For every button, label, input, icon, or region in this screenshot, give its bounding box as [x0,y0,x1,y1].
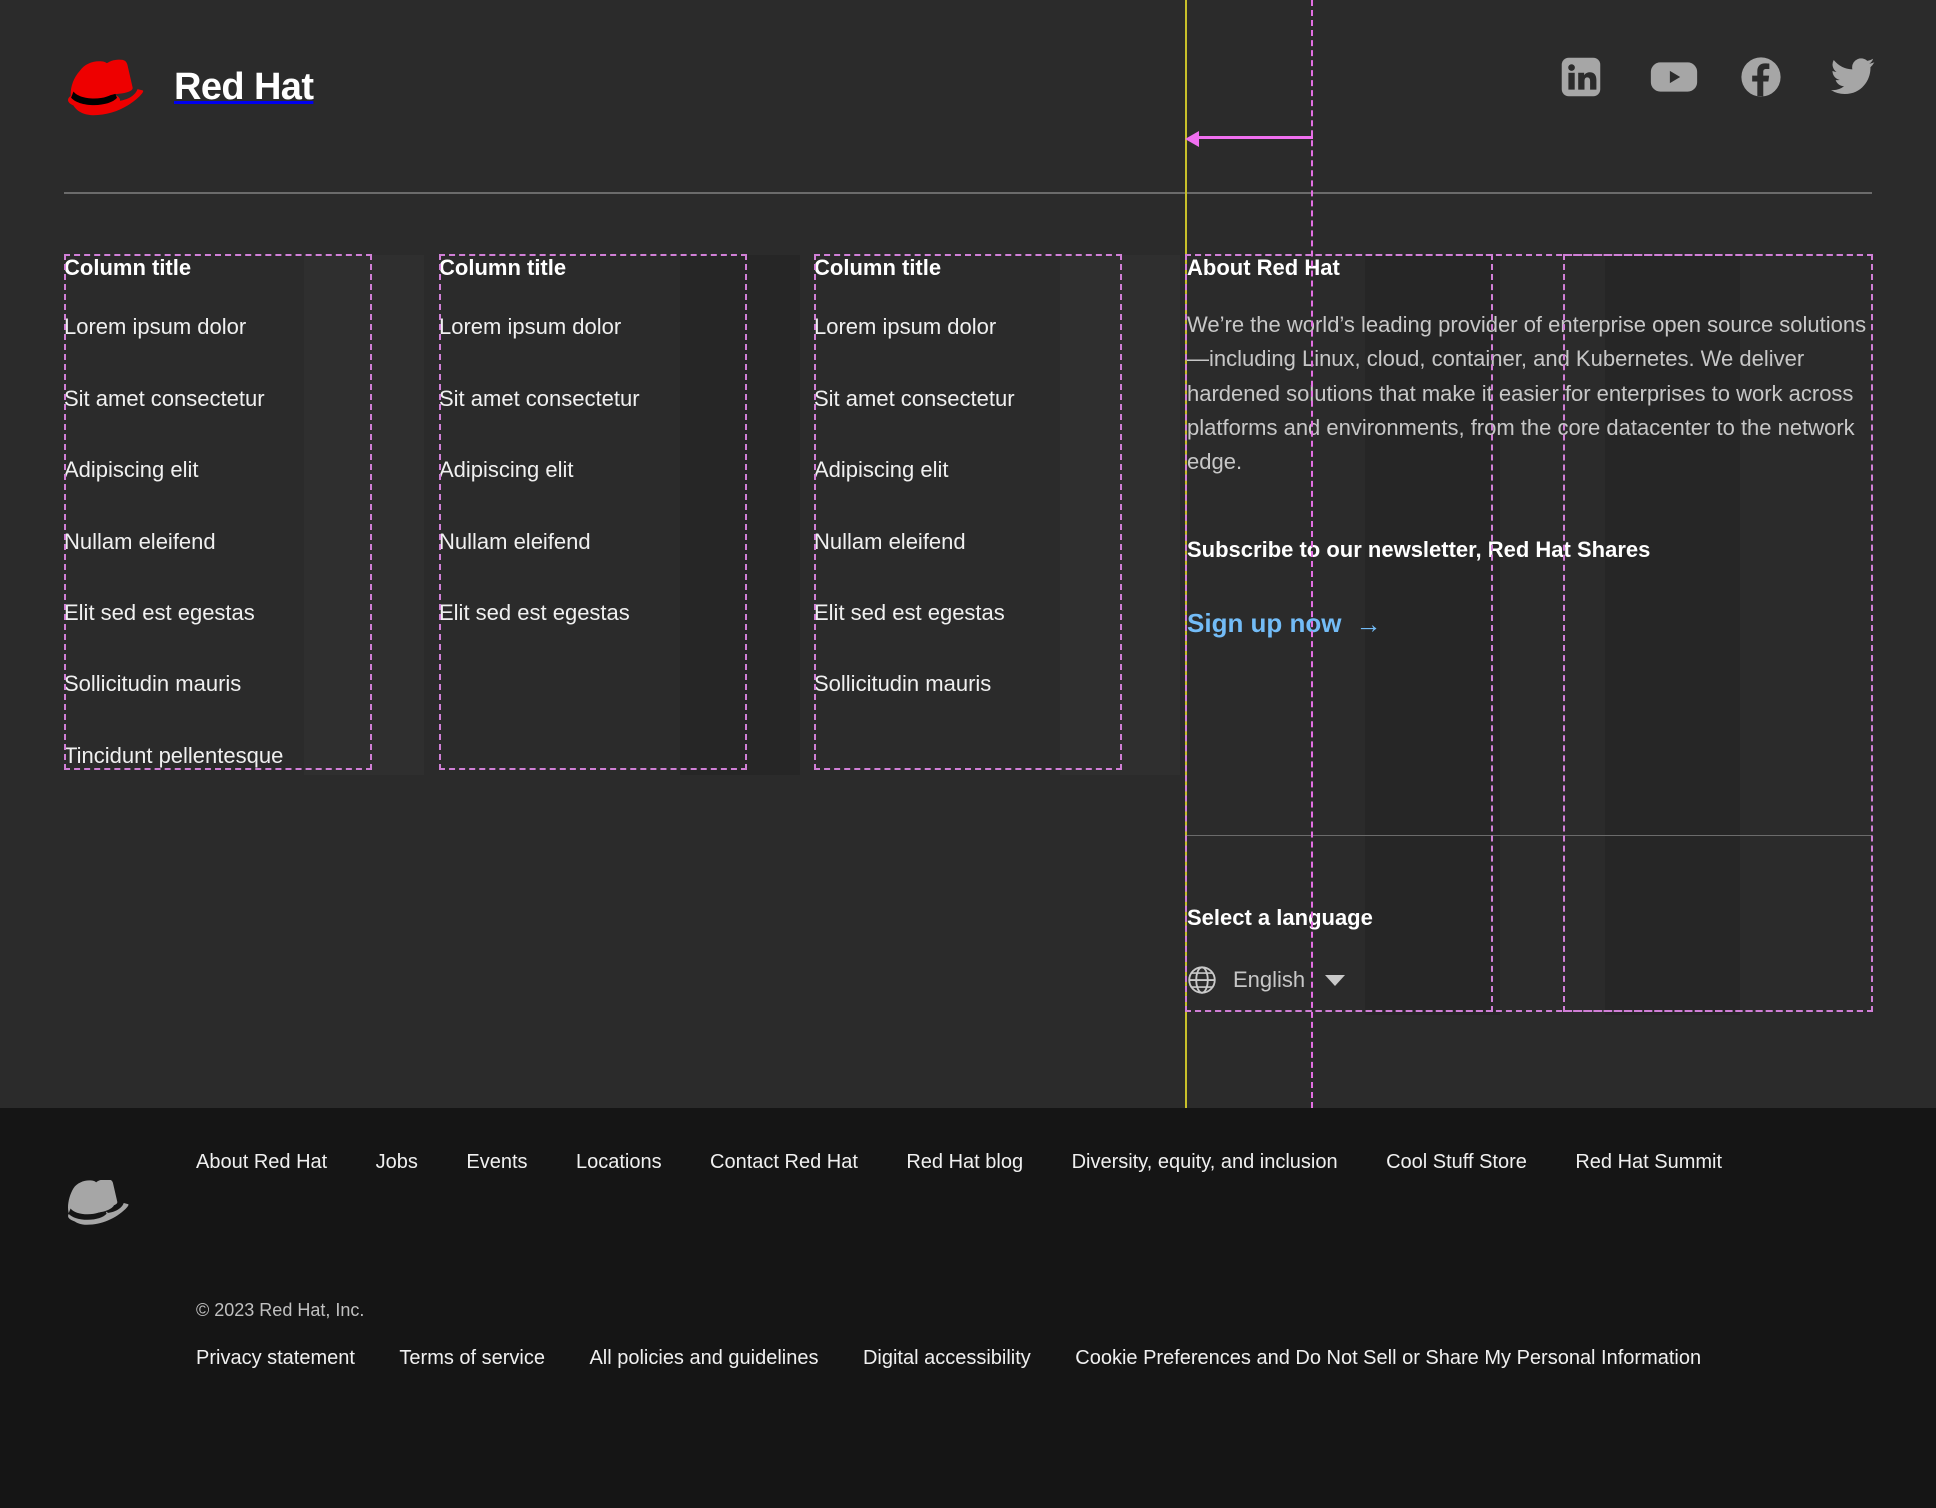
newsletter-title: Subscribe to our newsletter, Red Hat Sha… [1187,536,1651,562]
link-column-1: Column title Lorem ipsum dolor Sit amet … [64,255,372,769]
footer-legal-links: Privacy statement Terms of service All p… [196,1346,1872,1388]
footer-nav-link[interactable]: Locations [576,1150,662,1174]
about-body: We’re the world’s leading provider of en… [1187,312,1867,474]
linkedin-icon[interactable] [1560,56,1602,98]
social-links [1560,56,1875,98]
column-link[interactable]: Sit amet consectetur [814,386,1122,412]
youtube-icon[interactable] [1650,56,1698,98]
globe-icon [1187,965,1217,995]
chevron-down-icon [1325,974,1346,986]
about-red-hat-panel: About Red Hat We’re the world’s leading … [1187,255,1872,639]
about-title: About Red Hat [1187,255,1340,280]
legal-link[interactable]: All policies and guidelines [589,1346,818,1370]
sign-up-label: Sign up now [1187,608,1342,639]
column-link[interactable]: Sit amet consectetur [64,386,372,412]
column-link[interactable]: Elit sed est egestas [814,600,1122,626]
language-select-button[interactable]: English [1187,965,1346,995]
footer-nav-link[interactable]: Events [466,1150,527,1174]
twitter-icon[interactable] [1830,56,1875,98]
column-link[interactable]: Elit sed est egestas [439,600,747,626]
legal-link[interactable]: Privacy statement [196,1346,355,1370]
footer-nav-link[interactable]: Diversity, equity, and inclusion [1072,1150,1338,1174]
footer-nav-links: About Red Hat Jobs Events Locations Cont… [196,1150,1872,1193]
selected-language: English [1233,967,1306,993]
language-selector-block: Select a language English [1187,905,1872,1000]
legal-link[interactable]: Terms of service [399,1346,545,1370]
footer-nav-link[interactable]: Contact Red Hat [710,1150,858,1174]
footer-nav-link[interactable]: About Red Hat [196,1150,327,1174]
footer-legal-section: About Red Hat Jobs Events Locations Cont… [0,1108,1936,1508]
column-link[interactable]: Elit sed est egestas [64,600,372,626]
link-column-3: Column title Lorem ipsum dolor Sit amet … [814,255,1122,698]
language-divider [1187,835,1872,836]
link-column-2: Column title Lorem ipsum dolor Sit amet … [439,255,747,626]
column-title: Column title [439,255,567,280]
column-link[interactable]: Lorem ipsum dolor [64,314,372,340]
column-link[interactable]: Sit amet consectetur [439,386,747,412]
brand-name: Red Hat [174,66,314,108]
column-title: Column title [64,255,192,280]
column-link[interactable]: Nullam eleifend [64,529,372,555]
column-link[interactable]: Sollicitudin mauris [814,671,1122,697]
footer-page: Red Hat Column title Lorem ipsum dolor S… [0,0,1936,1508]
column-title: Column title [814,255,942,280]
red-hat-fedora-logo-icon [64,56,156,118]
footer-header-row: Red Hat [64,52,1875,122]
footer-main-section: Red Hat Column title Lorem ipsum dolor S… [0,0,1936,1108]
red-hat-logo-link[interactable]: Red Hat [64,52,314,122]
legal-link[interactable]: Cookie Preferences and Do Not Sell or Sh… [1075,1346,1701,1370]
column-link[interactable]: Lorem ipsum dolor [439,314,747,340]
column-link[interactable]: Tincidunt pellentesque [64,743,372,769]
arrow-right-icon: → [1355,608,1382,639]
select-language-title: Select a language [1187,905,1373,930]
facebook-icon[interactable] [1740,56,1782,98]
column-link[interactable]: Adipiscing elit [814,457,1122,483]
column-link[interactable]: Nullam eleifend [814,529,1122,555]
footer-nav-link[interactable]: Red Hat blog [906,1150,1023,1174]
column-link[interactable]: Adipiscing elit [439,457,747,483]
footer-nav-link[interactable]: Red Hat Summit [1575,1150,1722,1174]
footer-nav-link[interactable]: Cool Stuff Store [1386,1150,1527,1174]
column-link[interactable]: Adipiscing elit [64,457,372,483]
copyright-text: © 2023 Red Hat, Inc. [196,1300,365,1320]
column-link[interactable]: Lorem ipsum dolor [814,314,1122,340]
legal-link[interactable]: Digital accessibility [863,1346,1031,1370]
footer-nav-link[interactable]: Jobs [376,1150,418,1174]
red-hat-fedora-gray-icon[interactable] [64,1180,134,1238]
sign-up-now-link[interactable]: Sign up now → [1187,608,1382,639]
column-link[interactable]: Sollicitudin mauris [64,671,372,697]
header-divider [64,192,1872,194]
column-link[interactable]: Nullam eleifend [439,529,747,555]
